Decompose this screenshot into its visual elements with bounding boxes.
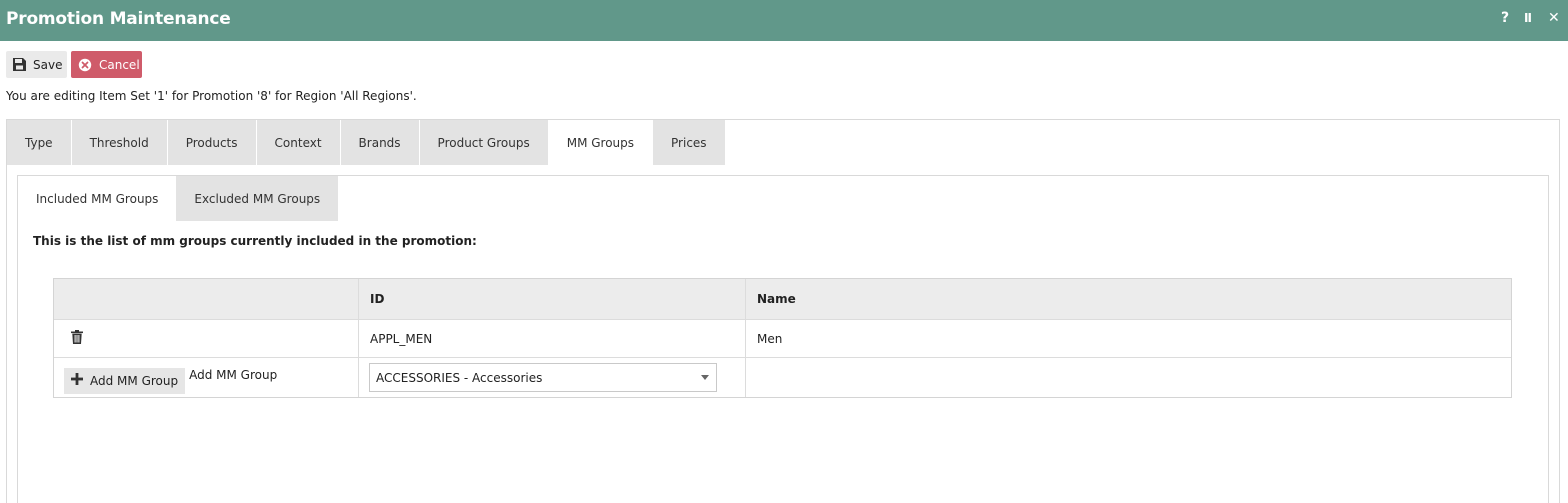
tab-excluded-mm-groups[interactable]: Excluded MM Groups bbox=[176, 176, 339, 221]
tab-included-mm-groups[interactable]: Included MM Groups bbox=[18, 176, 177, 221]
cancel-icon bbox=[78, 58, 92, 72]
tab-context[interactable]: Context bbox=[256, 120, 341, 165]
tab-product-groups[interactable]: Product Groups bbox=[419, 120, 549, 165]
add-row-name-cell bbox=[746, 358, 1511, 397]
row-id: APPL_MEN bbox=[359, 320, 746, 357]
cancel-label: Cancel bbox=[99, 57, 140, 72]
add-mm-group-button-label: Add MM Group bbox=[90, 373, 179, 388]
tab-prices[interactable]: Prices bbox=[653, 120, 726, 165]
help-icon[interactable]: ? bbox=[1501, 10, 1509, 26]
plus-icon bbox=[71, 373, 83, 388]
add-mm-group-button[interactable]: Add MM Group bbox=[64, 367, 186, 394]
sub-tabs: Included MM Groups Excluded MM Groups bbox=[18, 176, 339, 221]
add-row: Add MM Group Add MM Group ACCESSORIES - … bbox=[54, 358, 1511, 397]
column-header-actions bbox=[54, 279, 359, 319]
mm-groups-table: ID Name APPL_MEN Men Add MM Group Add MM… bbox=[53, 278, 1512, 398]
column-header-id: ID bbox=[359, 279, 746, 319]
tab-mm-groups[interactable]: MM Groups bbox=[548, 120, 654, 165]
edit-message: You are editing Item Set '1' for Promoti… bbox=[6, 89, 417, 103]
save-button[interactable]: Save bbox=[6, 51, 67, 78]
tab-products[interactable]: Products bbox=[167, 120, 257, 165]
close-icon[interactable]: ✕ bbox=[1548, 10, 1560, 26]
tab-threshold[interactable]: Threshold bbox=[71, 120, 168, 165]
main-tabs: Type Threshold Products Context Brands P… bbox=[7, 120, 726, 165]
window-title: Promotion Maintenance bbox=[6, 9, 231, 29]
table-row: APPL_MEN Men bbox=[54, 320, 1511, 358]
mm-group-select[interactable]: ACCESSORIES - Accessories bbox=[369, 363, 717, 392]
title-bar: Promotion Maintenance ? II ✕ bbox=[0, 0, 1568, 41]
column-header-name: Name bbox=[757, 292, 796, 306]
row-name: Men bbox=[757, 331, 783, 346]
tab-type[interactable]: Type bbox=[7, 120, 72, 165]
add-mm-group-label: Add MM Group bbox=[189, 367, 278, 382]
mm-group-select-value: ACCESSORIES - Accessories bbox=[376, 370, 543, 385]
tab-brands[interactable]: Brands bbox=[340, 120, 420, 165]
list-description: This is the list of mm groups currently … bbox=[33, 234, 477, 248]
save-icon bbox=[13, 58, 26, 71]
table-header: ID Name bbox=[54, 279, 1511, 320]
trash-icon[interactable] bbox=[71, 330, 83, 347]
cancel-button[interactable]: Cancel bbox=[71, 51, 142, 78]
pause-icon[interactable]: II bbox=[1524, 11, 1532, 25]
save-label: Save bbox=[33, 57, 63, 72]
chevron-down-icon bbox=[701, 375, 709, 380]
